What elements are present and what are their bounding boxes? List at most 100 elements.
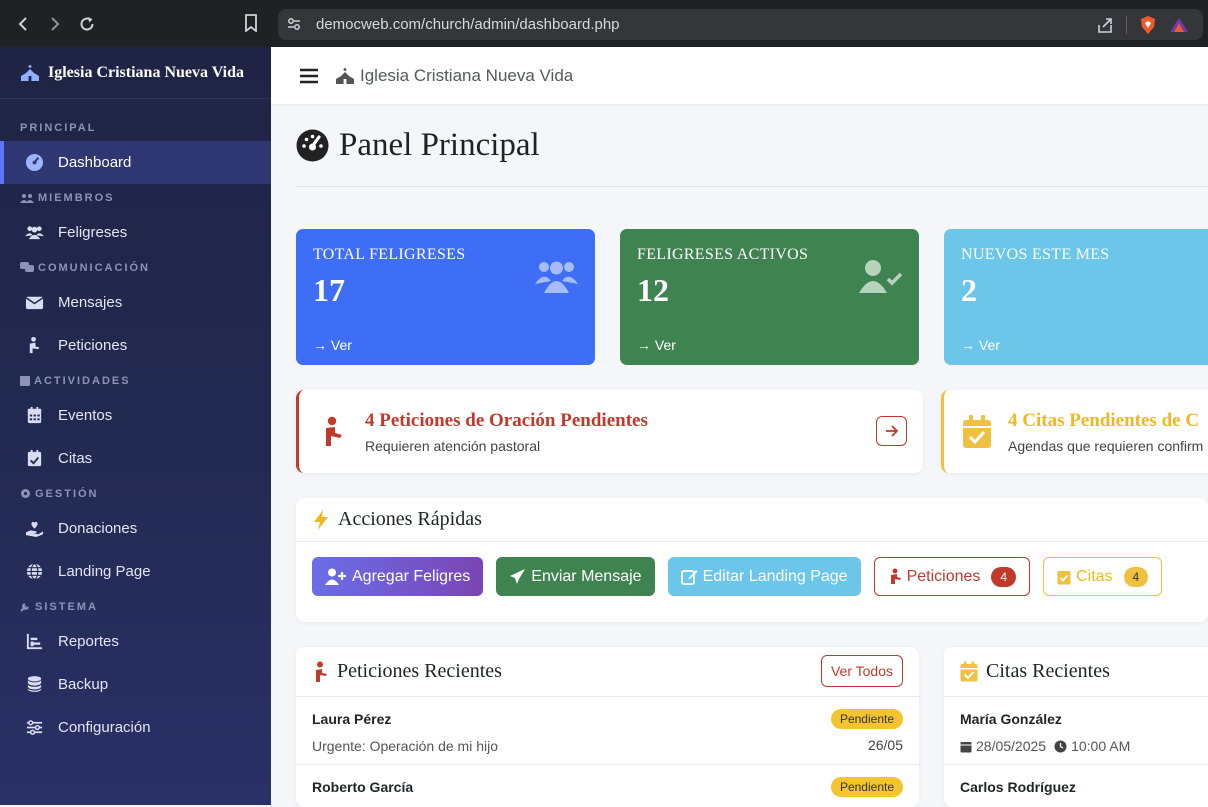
section-actividades: ACTIVIDADES xyxy=(0,367,271,394)
cita-date: 28/05/2025 xyxy=(976,738,1047,754)
brave-rewards-icon[interactable] xyxy=(1169,16,1189,34)
add-feligres-button[interactable]: Agregar Feligres xyxy=(312,557,484,596)
reload-icon xyxy=(80,17,94,31)
alert-subtitle: Requieren atención pastoral xyxy=(365,437,541,454)
alert-peticiones[interactable]: 4 Peticiones de Oración Pendientes Requi… xyxy=(296,390,923,473)
peticion-name: Roberto García xyxy=(312,779,414,795)
sidebar-item-label: Configuración xyxy=(58,719,151,736)
stat-ver-link[interactable]: → Ver xyxy=(637,337,676,353)
page-title: Panel Principal xyxy=(339,126,540,163)
ver-todos-button[interactable]: Ver Todos xyxy=(820,655,903,687)
send-message-button[interactable]: Enviar Mensaje xyxy=(496,557,655,596)
envelope-icon xyxy=(25,296,44,310)
users-icon xyxy=(20,193,34,203)
sidebar-item-label: Eventos xyxy=(58,407,113,424)
forward-button[interactable] xyxy=(40,9,70,39)
back-button[interactable] xyxy=(8,9,38,39)
peticion-desc: Urgente: Operación de mi hijo xyxy=(312,738,498,754)
alert-title: 4 Citas Pendientes de C xyxy=(1008,409,1200,431)
list-item[interactable]: Roberto García Pendiente xyxy=(296,765,919,807)
sidebar-item-feligreses[interactable]: Feligreses xyxy=(0,211,271,254)
url-text: democweb.com/church/admin/dashboard.php xyxy=(316,16,620,33)
church-icon xyxy=(21,64,39,81)
sidebar-item-eventos[interactable]: Eventos xyxy=(0,394,271,437)
calendar-icon xyxy=(27,406,42,424)
peticion-name: Laura Pérez xyxy=(312,711,392,727)
cita-name: María González xyxy=(960,711,1062,727)
status-badge: Pendiente xyxy=(830,777,903,797)
peticiones-button[interactable]: Peticiones 4 xyxy=(873,557,1031,596)
card-title: Peticiones Recientes xyxy=(337,660,502,682)
chevron-left-icon xyxy=(18,17,27,31)
list-item[interactable]: María González 28/05/2025 10:00 AM xyxy=(944,697,1208,765)
alert-go-button[interactable] xyxy=(876,416,907,446)
topbar-title: Iglesia Cristiana Nueva Vida xyxy=(360,65,574,85)
status-badge: Pendiente xyxy=(830,709,903,729)
user-plus-icon xyxy=(325,568,346,585)
bookmark-button[interactable] xyxy=(244,14,258,37)
users-icon xyxy=(535,261,578,293)
sidebar-item-reportes[interactable]: Reportes xyxy=(0,620,271,663)
quick-actions-buttons: Agregar Feligres Enviar Mensaje Editar L… xyxy=(296,542,1208,596)
wrench-icon xyxy=(20,603,29,612)
citas-recientes-card: Citas Recientes María González 28/05/202… xyxy=(944,647,1208,807)
bolt-icon xyxy=(314,509,328,530)
stat-cards: TOTAL FELIGRESES 17 → Ver FELIGRESES ACT… xyxy=(296,229,1208,365)
stat-ver-link[interactable]: → Ver xyxy=(313,337,352,353)
citas-count-badge: 4 xyxy=(1123,566,1149,587)
sidebar-item-landing[interactable]: Landing Page xyxy=(0,550,271,593)
quick-actions-title: Acciones Rápidas xyxy=(338,508,482,530)
sidebar-item-configuracion[interactable]: Configuración xyxy=(0,706,271,749)
brave-shield-icon[interactable] xyxy=(1139,15,1157,35)
main-content: Panel Principal TOTAL FELIGRESES 17 → Ve… xyxy=(296,104,1208,807)
alert-citas[interactable]: 4 Citas Pendientes de C Agendas que requ… xyxy=(941,390,1208,473)
list-item[interactable]: Carlos Rodríguez xyxy=(944,765,1208,807)
stat-card-total[interactable]: TOTAL FELIGRESES 17 → Ver xyxy=(296,229,595,365)
sidebar-item-dashboard[interactable]: Dashboard xyxy=(0,141,271,184)
sidebar-brand[interactable]: Iglesia Cristiana Nueva Vida xyxy=(0,47,271,99)
hamburger-menu-icon[interactable] xyxy=(299,67,319,85)
calendar-check-icon xyxy=(960,661,978,682)
page-header: Panel Principal xyxy=(296,104,1208,187)
stat-card-activos[interactable]: FELIGRESES ACTIVOS 12 → Ver xyxy=(620,229,919,365)
sidebar-item-label: Donaciones xyxy=(58,520,138,537)
sidebar-item-backup[interactable]: Backup xyxy=(0,663,271,706)
browser-toolbar: democweb.com/church/admin/dashboard.php xyxy=(0,0,1208,47)
reload-button[interactable] xyxy=(72,9,102,39)
section-comunicacion: COMUNICACIÓN xyxy=(0,254,271,281)
globe-icon xyxy=(26,563,43,580)
sidebar-item-mensajes[interactable]: Mensajes xyxy=(0,281,271,324)
sidebar-item-donaciones[interactable]: Donaciones xyxy=(0,507,271,550)
sidebar-item-label: Reportes xyxy=(58,633,119,650)
chevron-right-icon xyxy=(51,17,60,31)
section-principal: PRINCIPAL xyxy=(20,121,97,134)
site-settings-icon[interactable] xyxy=(286,16,302,32)
cita-time: 10:00 AM xyxy=(1071,738,1131,754)
button-label: Peticiones xyxy=(906,567,981,585)
card-header: Peticiones Recientes Ver Todos xyxy=(296,647,919,697)
alert-title: 4 Peticiones de Oración Pendientes xyxy=(365,409,648,431)
stat-ver-link[interactable]: → Ver xyxy=(961,337,1000,353)
address-bar[interactable]: democweb.com/church/admin/dashboard.php xyxy=(278,9,1203,40)
edit-landing-button[interactable]: Editar Landing Page xyxy=(667,557,861,596)
button-label: Agregar Feligres xyxy=(352,567,471,585)
calendar-icon xyxy=(960,741,972,752)
sidebar-item-label: Mensajes xyxy=(58,294,123,311)
praying-hands-icon xyxy=(29,336,40,354)
sidebar-item-label: Feligreses xyxy=(58,224,128,241)
share-icon[interactable] xyxy=(1096,16,1114,34)
peticiones-count-badge: 4 xyxy=(991,566,1017,587)
sidebar-item-peticiones[interactable]: Peticiones xyxy=(0,324,271,367)
sidebar-item-citas[interactable]: Citas xyxy=(0,437,271,480)
citas-button[interactable]: Citas 4 xyxy=(1043,557,1163,596)
quick-actions-card: Acciones Rápidas Agregar Feligres Enviar… xyxy=(296,498,1208,622)
peticiones-recientes-card: Peticiones Recientes Ver Todos Laura Pér… xyxy=(296,647,919,807)
calendar-icon xyxy=(20,376,30,386)
list-item[interactable]: Laura Pérez Urgente: Operación de mi hij… xyxy=(296,697,919,765)
stat-card-nuevos[interactable]: NUEVOS ESTE MES 2 → Ver xyxy=(944,229,1208,365)
edit-icon xyxy=(680,570,698,585)
gear-icon xyxy=(21,489,30,498)
sliders-icon xyxy=(26,720,43,735)
church-icon xyxy=(336,67,354,84)
calendar-check-icon xyxy=(1057,570,1071,584)
